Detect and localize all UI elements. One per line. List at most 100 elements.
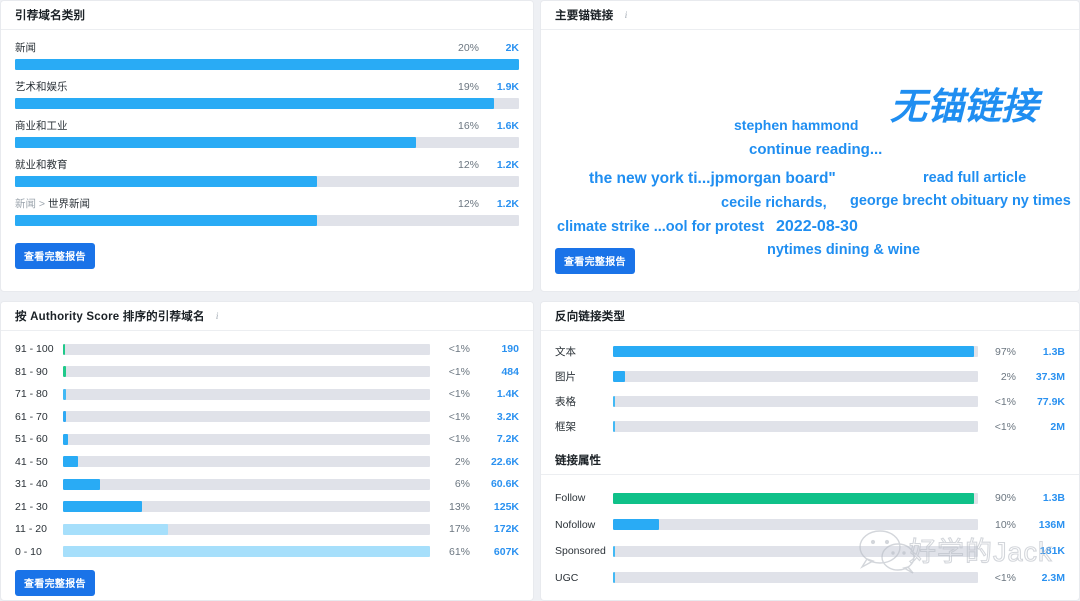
category-bar-fill [15, 98, 494, 109]
info-icon[interactable]: i [213, 311, 222, 322]
bar-percent: 17% [440, 523, 470, 535]
bar-track [613, 396, 978, 407]
bar-value[interactable]: 181K [1025, 545, 1065, 557]
bar-value[interactable]: 60.6K [479, 478, 519, 490]
view-full-report-button-authority[interactable]: 查看完整报告 [15, 570, 95, 596]
bar-value[interactable]: 37.3M [1025, 371, 1065, 383]
anchor-word[interactable]: climate strike ...ool for protest [557, 220, 764, 235]
bar-percent: <1% [986, 572, 1016, 584]
bar-track [613, 421, 978, 432]
info-icon[interactable]: i [622, 10, 631, 21]
bar-fill [63, 434, 68, 445]
category-bar-fill [15, 176, 317, 187]
panel-referring-domain-categories: 引荐域名类别 新闻20%2K艺术和娱乐19%1.9K商业和工业16%1.6K就业… [0, 0, 534, 292]
bar-value[interactable]: 172K [479, 523, 519, 535]
category-label: 就业和教育 [15, 157, 458, 172]
category-value[interactable]: 1.2K [492, 159, 519, 171]
bar-value[interactable]: 2.3M [1025, 572, 1065, 584]
authority-score-row: 51 - 60 <1% 7.2K [15, 428, 519, 451]
bar-track [63, 546, 430, 557]
bar-value[interactable]: 3.2K [479, 411, 519, 423]
anchor-word[interactable]: cecile richards, [721, 196, 827, 211]
bar-percent: <1% [440, 366, 470, 378]
link-attribute-list: Follow90%1.3BNofollow10%136MSponsored181… [541, 475, 1079, 591]
bar-fill [63, 389, 66, 400]
category-percent: 19% [458, 81, 479, 93]
bar-fill [63, 344, 65, 355]
panel-title: 反向链接类型 [555, 308, 625, 324]
panel-title: 链接属性 [555, 452, 601, 468]
bar-label: 框架 [555, 419, 613, 434]
backlink-type-list: 文本97%1.3B图片2%37.3M表格<1%77.9K框架<1%2M [541, 331, 1079, 445]
category-value[interactable]: 1.9K [492, 81, 519, 93]
anchor-word[interactable]: the new york ti...jpmorgan board" [589, 171, 836, 187]
bar-value[interactable]: 1.3B [1025, 346, 1065, 358]
link-attribute-row: UGC <1% 2.3M [555, 565, 1065, 592]
bar-track [63, 344, 430, 355]
category-label: 艺术和娱乐 [15, 79, 458, 94]
authority-score-row: 11 - 2017%172K [15, 518, 519, 541]
link-attribute-row: Follow90%1.3B [555, 485, 1065, 512]
footer-actions: 查看完整报告 [1, 563, 533, 601]
category-percent: 16% [458, 120, 479, 132]
bar-value[interactable]: 607K [479, 546, 519, 558]
bar-track [63, 456, 430, 467]
bar-value[interactable]: 125K [479, 501, 519, 513]
category-row-header: 商业和工业16%1.6K [15, 118, 519, 133]
anchor-word[interactable]: nytimes dining & wine [767, 243, 920, 258]
bar-value[interactable]: 1.4K [479, 388, 519, 400]
bar-track [63, 501, 430, 512]
anchor-word[interactable]: stephen hammond [734, 118, 858, 132]
bar-percent: <1% [440, 433, 470, 445]
authority-score-row: 81 - 90<1%484 [15, 361, 519, 384]
anchor-word[interactable]: 2022-08-30 [776, 219, 858, 235]
bar-fill [613, 519, 659, 530]
anchor-word[interactable]: 无锚链接 [890, 88, 1038, 125]
category-row-header: 新闻20%2K [15, 40, 519, 55]
bar-track [63, 434, 430, 445]
bar-value[interactable]: 1.3B [1025, 492, 1065, 504]
anchor-word[interactable]: george brecht obituary ny times [850, 194, 1071, 209]
category-row: 商业和工业16%1.6K [15, 118, 519, 148]
bar-label: UGC [555, 572, 613, 584]
panel-header: 按 Authority Score 排序的引荐域名 i [1, 302, 533, 331]
bar-value[interactable]: 77.9K [1025, 396, 1065, 408]
bar-fill [63, 524, 168, 535]
bar-value[interactable]: 22.6K [479, 456, 519, 468]
authority-score-row: 61 - 70<1%3.2K [15, 406, 519, 429]
bar-value[interactable]: 136M [1025, 519, 1065, 531]
bar-label: 31 - 40 [15, 478, 63, 490]
authority-list: 91 - 100<1%19081 - 90<1%48471 - 80<1%1.4… [1, 331, 533, 563]
category-value[interactable]: 2K [492, 42, 519, 54]
bar-fill [613, 396, 615, 407]
category-bar-track [15, 59, 519, 70]
bar-fill [63, 501, 142, 512]
category-value[interactable]: 1.2K [492, 198, 519, 210]
bar-label: 图片 [555, 369, 613, 384]
bar-value[interactable]: 190 [479, 343, 519, 355]
anchor-word[interactable]: continue reading... [749, 142, 882, 157]
category-row-header: 艺术和娱乐19% 1.9K [15, 79, 519, 94]
bar-percent: <1% [440, 388, 470, 400]
bar-track [613, 493, 978, 504]
category-row: 就业和教育12%1.2K [15, 157, 519, 187]
category-value[interactable]: 1.6K [492, 120, 519, 132]
bar-value[interactable]: 484 [479, 366, 519, 378]
anchor-word[interactable]: read full article [923, 171, 1026, 186]
bar-label: 51 - 60 [15, 433, 63, 445]
bar-value[interactable]: 7.2K [479, 433, 519, 445]
backlink-type-row: 文本97%1.3B [555, 339, 1065, 364]
view-full-report-button-anchors[interactable]: 查看完整报告 [555, 248, 635, 274]
category-label: 新闻 > 世界新闻 [15, 196, 458, 211]
view-full-report-button-categories[interactable]: 查看完整报告 [15, 243, 95, 269]
bar-value[interactable]: 2M [1025, 421, 1065, 433]
category-row-header: 新闻 > 世界新闻12%1.2K [15, 196, 519, 211]
link-attribute-row: Sponsored181K [555, 538, 1065, 565]
bar-fill [63, 546, 430, 557]
bar-label: 文本 [555, 344, 613, 359]
bar-percent: 6% [440, 478, 470, 490]
bar-percent: 10% [986, 519, 1016, 531]
bar-track [613, 519, 978, 530]
panel-header: 反向链接类型 [541, 302, 1079, 331]
bar-fill [613, 546, 615, 557]
